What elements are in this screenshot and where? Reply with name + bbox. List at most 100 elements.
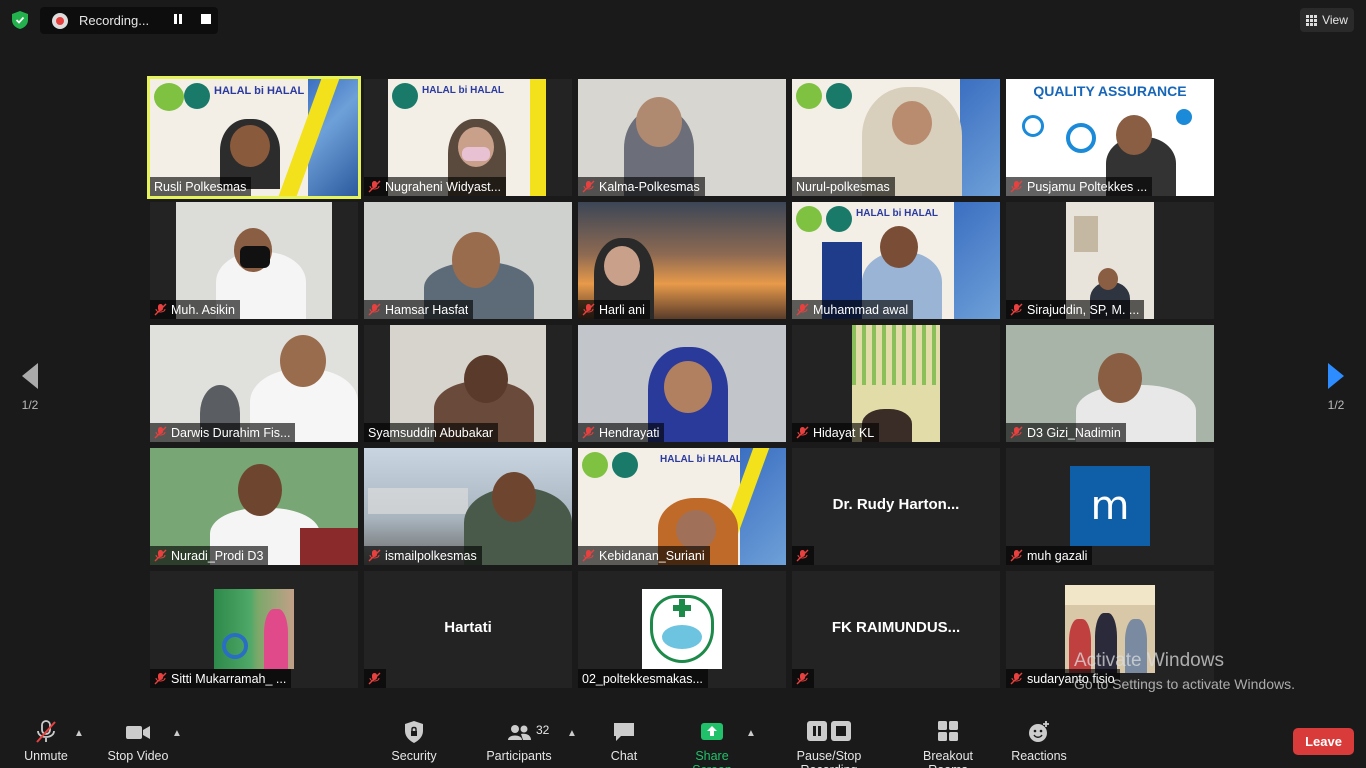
reactions-button[interactable]: Reactions <box>1011 720 1067 763</box>
participant-name: Nugraheni Widyast... <box>385 179 502 194</box>
meeting-toolbar: Unmute ▲ Stop Video ▲ Security 32 Partic… <box>0 712 1366 768</box>
participant-name: Harli ani <box>599 302 645 317</box>
participant-tile[interactable]: HALAL bi HALAL Kebidanan_Suriani <box>578 448 786 565</box>
participant-tile[interactable]: HALAL bi HALAL Muhammad awal <box>792 202 1000 319</box>
participant-name-tag <box>364 669 386 688</box>
participants-button[interactable]: 32 Participants <box>486 720 552 763</box>
participant-name-tag: Rusli Polkesmas <box>150 177 252 196</box>
video-camera-icon <box>126 726 150 739</box>
participant-name: Muhammad awal <box>813 302 909 317</box>
mic-muted-icon <box>368 303 381 316</box>
participant-name-tag: Kebidanan_Suriani <box>578 546 710 565</box>
participant-name-tag: D3 Gizi_Nadimin <box>1006 423 1126 442</box>
participant-name-tag: Muhammad awal <box>792 300 914 319</box>
pause-stop-recording-button[interactable]: Pause/Stop Recording <box>768 720 890 768</box>
participant-tile[interactable]: FK RAIMUNDUS... <box>792 571 1000 688</box>
participant-tile[interactable]: QUALITY ASSURANCE Pusjamu Poltekkes ... <box>1006 79 1214 196</box>
mic-muted-icon <box>582 180 595 193</box>
mic-muted-icon <box>582 303 595 316</box>
avatar: m <box>1070 466 1150 546</box>
security-button[interactable]: Security <box>390 720 438 763</box>
participant-tile[interactable]: Nuradi_Prodi D3 <box>150 448 358 565</box>
grid-view-icon <box>1306 14 1318 26</box>
participant-name-tag: Nugraheni Widyast... <box>364 177 507 196</box>
participant-tile[interactable]: Hendrayati <box>578 325 786 442</box>
participants-caret-icon[interactable]: ▲ <box>567 728 577 739</box>
share-screen-button[interactable]: Share Screen <box>676 720 748 768</box>
participant-name: D3 Gizi_Nadimin <box>1027 425 1121 440</box>
stop-video-button[interactable]: Stop Video <box>106 720 170 763</box>
mic-muted-icon <box>154 303 167 316</box>
participant-tile[interactable]: Hamsar Hasfat <box>364 202 572 319</box>
view-button[interactable]: View <box>1300 8 1354 32</box>
participant-name-tag: Kalma-Polkesmas <box>578 177 705 196</box>
participant-tile[interactable]: Muh. Asikin <box>150 202 358 319</box>
participant-tile[interactable]: 02_poltekkesmakas... <box>578 571 786 688</box>
participant-name: Darwis Durahim Fis... <box>171 425 291 440</box>
gallery-grid: HALAL bi HALAL Rusli Polkesmas HALAL bi … <box>147 76 1216 688</box>
next-page-button[interactable]: 1/2 <box>1316 362 1356 412</box>
participant-name-tag: Harli ani <box>578 300 650 319</box>
participant-tile[interactable]: Darwis Durahim Fis... <box>150 325 358 442</box>
participant-tile[interactable]: m muh gazali <box>1006 448 1214 565</box>
participant-tile[interactable]: ismailpolkesmas <box>364 448 572 565</box>
stop-recording-icon[interactable] <box>201 14 211 24</box>
participant-tile[interactable]: Sirajuddin, SP, M. ... <box>1006 202 1214 319</box>
participant-name: Hendrayati <box>599 425 660 440</box>
security-shield-icon <box>405 721 423 743</box>
participant-tile[interactable]: Sitti Mukarramah_ ... <box>150 571 358 688</box>
mic-muted-icon <box>582 549 595 562</box>
windows-activation-subtitle: Go to Settings to activate Windows. <box>1074 676 1295 692</box>
participant-name: Kebidanan_Suriani <box>599 548 705 563</box>
participants-label: Participants <box>486 749 552 763</box>
participant-display-name: FK RAIMUNDUS... <box>831 619 961 636</box>
halal-banner-title: HALAL bi HALAL <box>660 454 743 465</box>
chat-button[interactable]: Chat <box>606 720 642 763</box>
participant-tile[interactable]: Dr. Rudy Harton... <box>792 448 1000 565</box>
recording-dot-icon <box>52 12 68 29</box>
participant-name-tag: muh gazali <box>1006 546 1093 565</box>
page-indicator-left: 1/2 <box>21 398 39 412</box>
mic-muted-icon <box>796 426 809 439</box>
participant-name: Pusjamu Poltekkes ... <box>1027 179 1148 194</box>
participant-name: Syamsuddin Abubakar <box>368 425 494 440</box>
participant-tile[interactable]: Hidayat KL <box>792 325 1000 442</box>
stop-video-label: Stop Video <box>107 749 169 763</box>
participant-name: Nuradi_Prodi D3 <box>171 548 264 563</box>
breakout-rooms-button[interactable]: Breakout Rooms <box>903 720 993 768</box>
participant-name: Kalma-Polkesmas <box>599 179 700 194</box>
chat-label: Chat <box>610 749 638 763</box>
video-options-caret-icon[interactable]: ▲ <box>172 728 182 739</box>
share-options-caret-icon[interactable]: ▲ <box>746 728 756 739</box>
unmute-button[interactable]: Unmute <box>22 720 70 763</box>
participant-name-tag: Pusjamu Poltekkes ... <box>1006 177 1153 196</box>
participant-tile[interactable]: Nurul-polkesmas <box>792 79 1000 196</box>
mic-muted-icon <box>368 549 381 562</box>
leave-button[interactable]: Leave <box>1293 728 1354 755</box>
participant-tile[interactable]: Hartati <box>364 571 572 688</box>
security-label: Security <box>391 749 437 763</box>
mic-muted-icon <box>154 426 167 439</box>
encryption-shield-icon[interactable] <box>12 11 28 29</box>
pause-recording-icon[interactable] <box>173 14 183 24</box>
mic-muted-icon <box>368 672 381 685</box>
participant-tile[interactable]: Kalma-Polkesmas <box>578 79 786 196</box>
reactions-label: Reactions <box>1011 749 1067 763</box>
participant-tile[interactable]: HALAL bi HALAL Rusli Polkesmas <box>147 76 361 199</box>
participant-name-tag: Hidayat KL <box>792 423 880 442</box>
participant-tile[interactable]: Syamsuddin Abubakar <box>364 325 572 442</box>
breakout-rooms-label: Breakout Rooms <box>922 749 974 768</box>
institution-logo <box>642 589 722 669</box>
participant-tile[interactable]: Harli ani <box>578 202 786 319</box>
participant-name: Sirajuddin, SP, M. ... <box>1027 302 1140 317</box>
participant-tile[interactable]: D3 Gizi_Nadimin <box>1006 325 1214 442</box>
audio-options-caret-icon[interactable]: ▲ <box>74 728 84 739</box>
participants-icon <box>508 725 531 740</box>
previous-page-button[interactable]: 1/2 <box>10 362 50 412</box>
reactions-smiley-icon <box>1029 721 1049 742</box>
participant-name-tag: Darwis Durahim Fis... <box>150 423 296 442</box>
unmute-label: Unmute <box>24 749 68 763</box>
participant-name-tag: Nuradi_Prodi D3 <box>150 546 269 565</box>
participant-tile[interactable]: HALAL bi HALAL Nugraheni Widyast... <box>364 79 572 196</box>
mic-muted-icon <box>1010 426 1023 439</box>
